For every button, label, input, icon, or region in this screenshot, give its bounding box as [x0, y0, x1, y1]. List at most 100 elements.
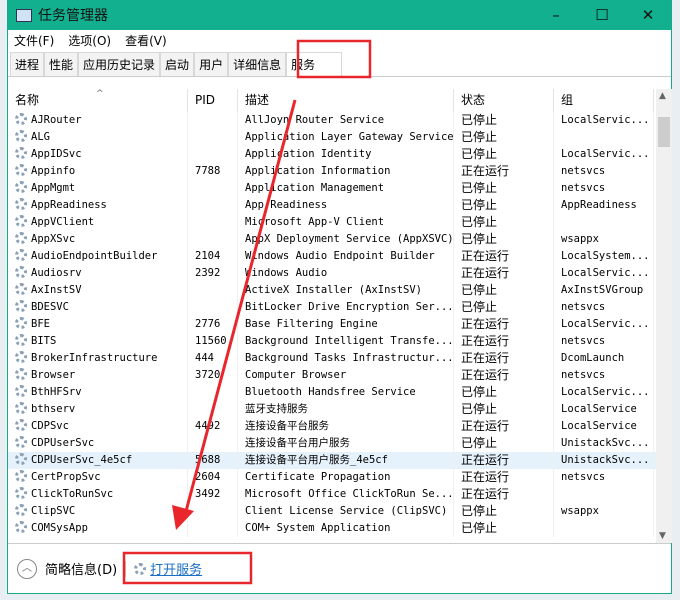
service-name-text: CDPSvc: [31, 420, 69, 432]
table-row[interactable]: ClickToRunSvc 3492 Microsoft Office ClickT…: [8, 486, 656, 503]
service-name-text: AppXSvc: [31, 233, 76, 245]
table-row[interactable]: Browser 3720 Computer Browser 正在运行 netsvcs: [8, 367, 656, 384]
service-description: 蓝牙支持服务: [238, 401, 454, 418]
table-row[interactable]: ALG Application Layer Gateway Service 已停止: [8, 129, 656, 146]
table-row[interactable]: CDPSvc 4492 连接设备平台服务 正在运行 LocalService: [8, 418, 656, 435]
column-status[interactable]: 状态: [454, 89, 554, 112]
footer: ︿ 简略信息(D) 打开服务: [8, 543, 671, 593]
service-pid: [188, 180, 238, 197]
service-status: 已停止: [454, 503, 554, 520]
task-manager-icon: [16, 8, 32, 22]
service-description: AllJoyn Router Service: [238, 112, 454, 129]
table-row[interactable]: BFE 2776 Base Filtering Engine 正在运行 LocalSer…: [8, 316, 656, 333]
tab-0[interactable]: 进程: [10, 52, 45, 76]
table-row[interactable]: AppMgmt Application Management 已停止 netsvcs: [8, 180, 656, 197]
task-manager-window: 任务管理器 – ☐ ✕ 文件(F) 选项(O) 查看(V) 进程 性能 应用历史记录…: [7, 0, 672, 594]
service-name-text: COMSysApp: [31, 522, 88, 534]
table-row[interactable]: AppXSvc AppX Deployment Service (AppXSVC)…: [8, 231, 656, 248]
service-name: AppIDSvc: [8, 146, 188, 163]
service-description: Application Management: [238, 180, 454, 197]
service-gear-icon: [15, 300, 27, 312]
tab-5[interactable]: 详细信息: [228, 52, 287, 76]
column-name[interactable]: ^ 名称: [8, 89, 188, 112]
table-row[interactable]: AppIDSvc Application Identity 已停止 LocalServ…: [8, 146, 656, 163]
column-pid[interactable]: PID: [188, 89, 238, 112]
column-description[interactable]: 描述: [238, 89, 454, 112]
service-description: 连接设备平台用户服务: [238, 435, 454, 452]
service-group: [554, 129, 654, 146]
scroll-up-icon[interactable]: ▲: [659, 91, 666, 101]
table-row[interactable]: CertPropSvc 2604 Certificate Propagation 正在…: [8, 469, 656, 486]
service-name-text: AppIDSvc: [31, 148, 82, 160]
service-pid: 3720: [188, 367, 238, 384]
service-pid: 4492: [188, 418, 238, 435]
service-name-text: AxInstSV: [31, 284, 82, 296]
table-row[interactable]: BDESVC BitLocker Drive Encryption Ser... 已…: [8, 299, 656, 316]
scroll-down-icon[interactable]: ▼: [659, 531, 666, 541]
service-gear-icon: [15, 198, 27, 210]
service-name-text: CDPUserSvc: [31, 437, 95, 449]
service-pid: [188, 520, 238, 537]
table-row[interactable]: Audiosrv 2392 Windows Audio 正在运行 LocalServic…: [8, 265, 656, 282]
service-group: LocalService: [554, 401, 654, 418]
table-row[interactable]: CDPUserSvc_4e5cf 5688 连接设备平台用户服务_4e5cf 正在运行…: [8, 452, 656, 469]
menu-options[interactable]: 选项(O): [68, 32, 111, 49]
table-row[interactable]: bthserv 蓝牙支持服务 已停止 LocalService: [8, 401, 656, 418]
service-gear-icon: [15, 317, 27, 329]
service-name: AppVClient: [8, 214, 188, 231]
table-row[interactable]: BITS 11560 Background Intelligent Transfe.…: [8, 333, 656, 350]
service-pid: [188, 384, 238, 401]
service-gear-icon: [15, 147, 27, 159]
service-name-text: ALG: [31, 131, 50, 143]
service-name-text: BDESVC: [31, 301, 69, 313]
table-row[interactable]: Appinfo 7788 Application Information 正在运行 ne…: [8, 163, 656, 180]
open-services-link[interactable]: 打开服务: [150, 559, 202, 578]
tab-3[interactable]: 启动: [160, 52, 195, 76]
tab-4[interactable]: 用户: [194, 52, 229, 76]
service-description: Computer Browser: [238, 367, 454, 384]
minimize-button[interactable]: –: [533, 6, 579, 24]
column-group[interactable]: 组: [554, 89, 654, 112]
service-name: AxInstSV: [8, 282, 188, 299]
menu-view[interactable]: 查看(V): [125, 32, 167, 49]
table-row[interactable]: CDPUserSvc 连接设备平台用户服务 已停止 UnistackSvc...: [8, 435, 656, 452]
collapse-chevron-icon[interactable]: ︿: [17, 558, 37, 579]
scroll-thumb[interactable]: [658, 117, 670, 147]
service-group: LocalServic...: [554, 146, 654, 163]
vertical-scrollbar[interactable]: ▲ ▼: [656, 89, 672, 543]
service-gear-icon: [15, 130, 27, 142]
service-status: 正在运行: [454, 333, 554, 350]
table-row[interactable]: AppVClient Microsoft App-V Client 已停止: [8, 214, 656, 231]
service-gear-icon: [15, 453, 27, 465]
table-row[interactable]: AJRouter AllJoyn Router Service 已停止 LocalSe…: [8, 112, 656, 129]
service-name-text: AJRouter: [31, 114, 82, 126]
brief-info-button[interactable]: 简略信息(D): [45, 559, 117, 578]
table-row[interactable]: BthHFSrv Bluetooth Handsfree Service 已停止 Lo…: [8, 384, 656, 401]
table-row[interactable]: AppReadiness App Readiness 已停止 AppReadiness: [8, 197, 656, 214]
table-row[interactable]: AudioEndpointBuilder 2104 Windows Audio En…: [8, 248, 656, 265]
table-row[interactable]: ClipSVC Client License Service (ClipSVC) 已…: [8, 503, 656, 520]
tab-6[interactable]: 服务: [286, 52, 343, 76]
service-status: 正在运行: [454, 265, 554, 282]
service-pid: [188, 503, 238, 520]
table-row[interactable]: BrokerInfrastructure 444 Background Tasks …: [8, 350, 656, 367]
service-group: netsvcs: [554, 367, 654, 384]
table-row[interactable]: COMSysApp COM+ System Application 已停止: [8, 520, 656, 537]
maximize-button[interactable]: ☐: [579, 6, 625, 24]
tab-2[interactable]: 应用历史记录: [78, 52, 161, 76]
table-row[interactable]: AxInstSV ActiveX Installer (AxInstSV) 已停止 A…: [8, 282, 656, 299]
close-button[interactable]: ✕: [625, 6, 671, 24]
service-pid: [188, 299, 238, 316]
service-gear-icon: [15, 521, 27, 533]
service-description: Windows Audio Endpoint Builder: [238, 248, 454, 265]
service-description: 连接设备平台用户服务_4e5cf: [238, 452, 454, 469]
service-group: netsvcs: [554, 180, 654, 197]
service-status: 已停止: [454, 197, 554, 214]
service-status: 已停止: [454, 520, 554, 537]
service-group: netsvcs: [554, 163, 654, 180]
tab-1[interactable]: 性能: [44, 52, 79, 76]
service-description: Application Information: [238, 163, 454, 180]
service-status: 已停止: [454, 129, 554, 146]
menu-file[interactable]: 文件(F): [14, 32, 54, 49]
service-status: 已停止: [454, 146, 554, 163]
